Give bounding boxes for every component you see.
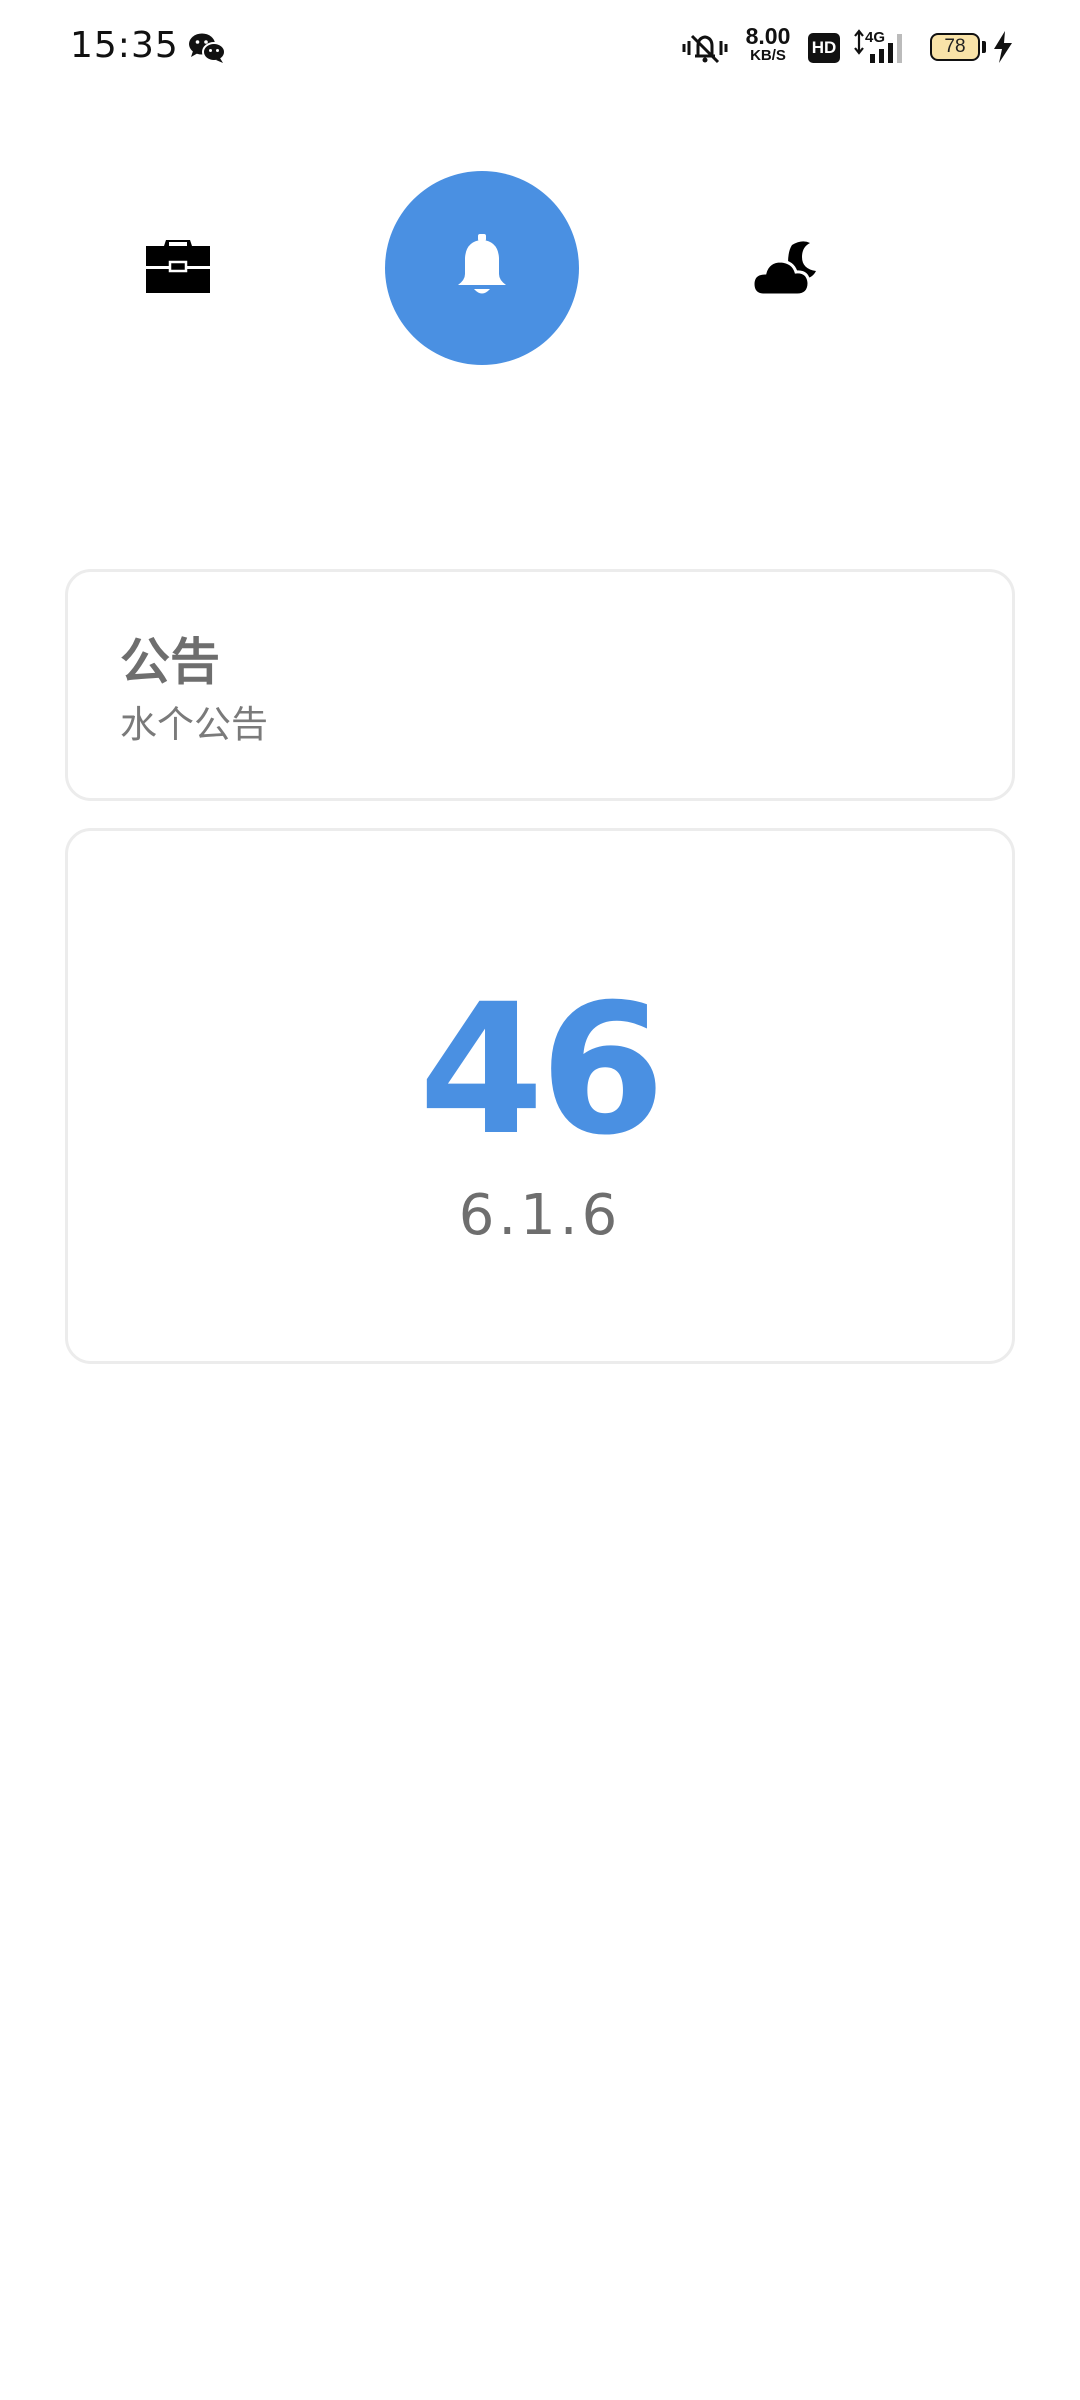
bell-icon: [458, 234, 506, 294]
hd-badge: HD: [808, 33, 840, 63]
notice-card[interactable]: 公告 水个公告: [65, 569, 1015, 801]
nav-night-button[interactable]: [751, 237, 822, 297]
notice-title: 公告: [120, 633, 220, 691]
battery-cap: [982, 41, 986, 53]
charging-icon: [994, 31, 1012, 63]
battery-indicator: 78: [930, 33, 980, 61]
status-time: 15:35: [70, 25, 179, 66]
network-speed-value: 8.00: [745, 23, 791, 49]
signal-icon: 4G: [854, 29, 902, 63]
nav-toolbox-button[interactable]: [144, 236, 212, 294]
cloud-moon-icon: [751, 241, 816, 297]
network-speed-unit: KB/S: [750, 47, 786, 64]
network-type: 4G: [865, 29, 885, 46]
nav-notice-button[interactable]: [385, 171, 579, 365]
briefcase-icon: [146, 240, 210, 293]
status-bar: 15:35 8.00 KB/S HD 4G 78: [0, 0, 1080, 96]
count-card: 46 6.1.6: [65, 828, 1015, 1364]
version-text: 6.1.6: [458, 1183, 622, 1248]
count-number: 46: [418, 966, 666, 1175]
mute-icon: [682, 34, 728, 64]
notice-body: 水个公告: [120, 703, 268, 746]
network-speed: 8.00 KB/S: [740, 24, 796, 64]
wechat-icon: [189, 33, 226, 63]
